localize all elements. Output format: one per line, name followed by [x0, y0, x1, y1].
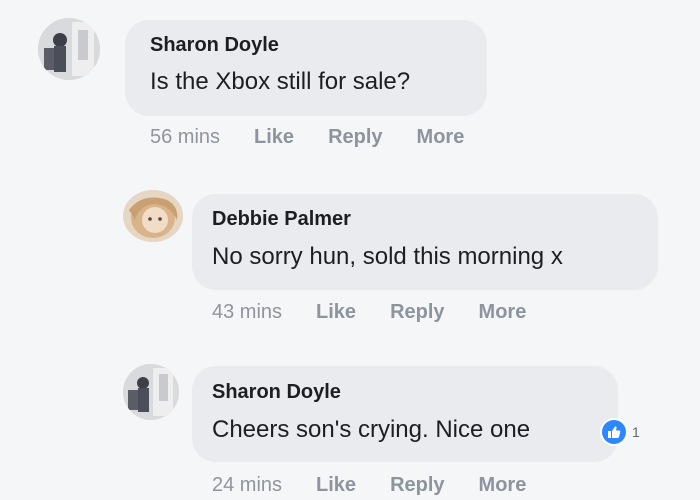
- comment-timestamp[interactable]: 24 mins: [212, 474, 282, 497]
- reaction-summary[interactable]: 1: [600, 418, 640, 446]
- comment-thread: Sharon Doyle Is the Xbox still for sale?…: [0, 0, 700, 500]
- like-link[interactable]: Like: [316, 474, 356, 497]
- comment-text: Cheers son's crying. Nice one: [212, 416, 531, 443]
- comment-actions: 24 mins Like Reply More: [212, 474, 560, 497]
- profile-photo-icon: [123, 364, 179, 420]
- reply-link[interactable]: Reply: [390, 474, 444, 497]
- reaction-count: 1: [632, 424, 640, 440]
- comment-reply: Sharon Doyle Cheers son's crying. Nice o…: [0, 0, 700, 500]
- more-link[interactable]: More: [479, 474, 527, 497]
- thumbs-up-icon: [600, 418, 628, 446]
- comment-author[interactable]: Sharon Doyle: [212, 381, 341, 404]
- avatar[interactable]: [123, 364, 179, 420]
